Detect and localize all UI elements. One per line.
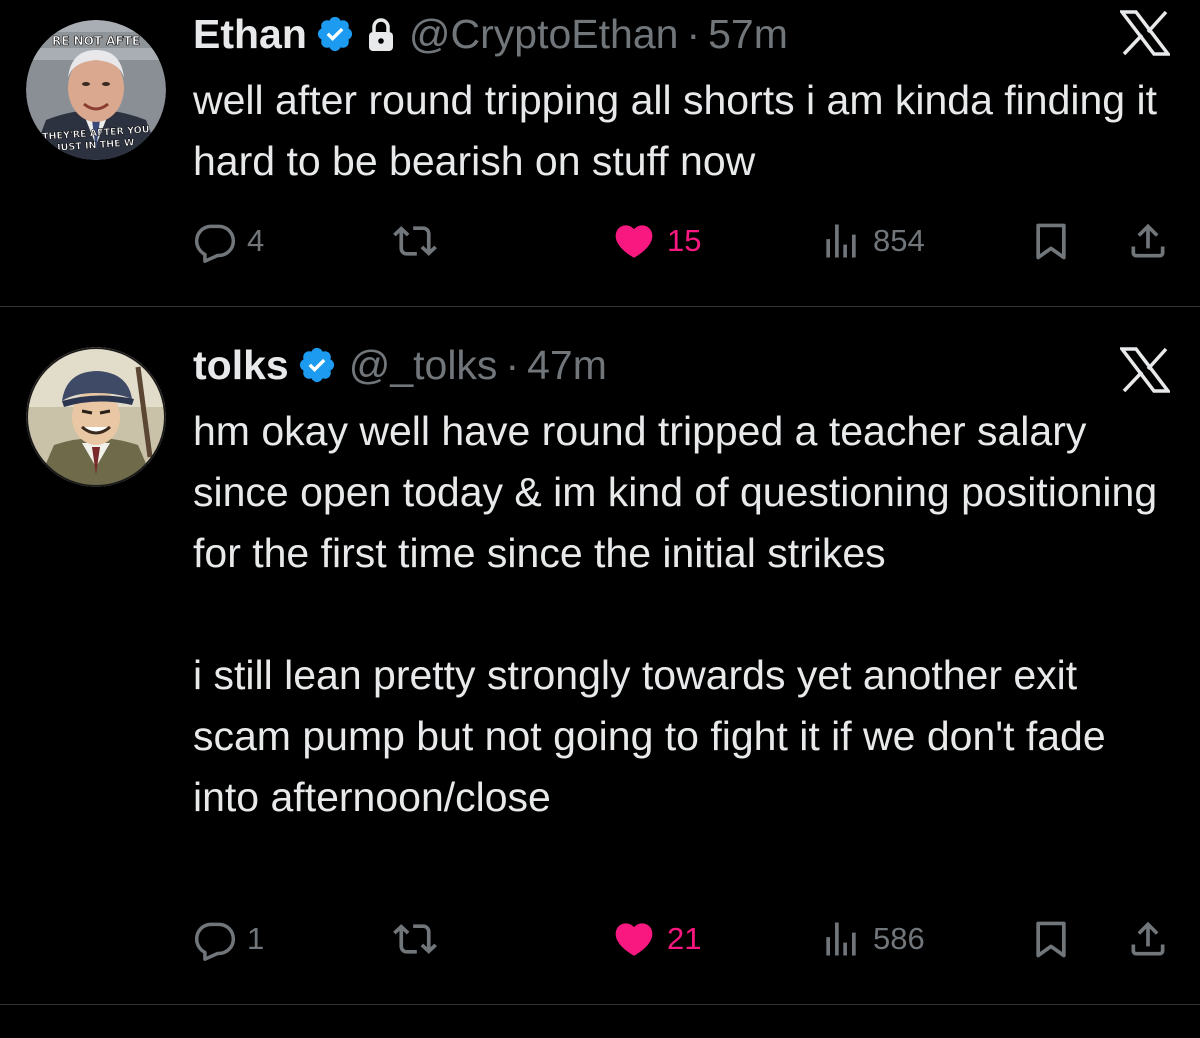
retweet-button[interactable]: [393, 216, 447, 266]
tweet-text: hm okay well have round tripped a teache…: [193, 401, 1183, 828]
tweet-paragraph: well after round tripping all shorts i a…: [193, 77, 1157, 184]
separator-dot: ·: [505, 341, 520, 388]
tweet-paragraph: hm okay well have round tripped a teache…: [193, 408, 1158, 576]
like-button[interactable]: 21: [611, 914, 701, 964]
share-button[interactable]: [1126, 216, 1170, 266]
tweet-paragraph: i still lean pretty strongly towards yet…: [193, 652, 1106, 820]
verified-badge-icon: [315, 14, 355, 54]
share-icon: [1126, 219, 1170, 263]
action-bar: 4 15 854: [193, 216, 1173, 266]
separator-dot: ·: [686, 10, 701, 57]
action-bar: 1 21 586: [193, 914, 1173, 964]
tweet[interactable]: RE NOT AFTE THEY'RE AFTER YOU JUST IN TH…: [0, 0, 1200, 306]
reply-icon: [193, 917, 237, 961]
view-count: 854: [873, 223, 925, 258]
tweet-divider: [0, 1004, 1200, 1005]
share-icon: [1126, 917, 1170, 961]
avatar-image: [26, 347, 166, 487]
tweet[interactable]: tolks @_tolks · 47m hm okay well have ro…: [0, 307, 1200, 1004]
lock-icon: [365, 16, 397, 52]
analytics-icon: [819, 219, 863, 263]
avatar[interactable]: [26, 347, 166, 487]
handle[interactable]: @CryptoEthan: [409, 11, 679, 58]
verified-badge-icon: [297, 345, 337, 385]
svg-text:RE NOT AFTE: RE NOT AFTE: [52, 34, 140, 48]
timestamp[interactable]: 47m: [527, 342, 607, 389]
timestamp[interactable]: 57m: [708, 11, 788, 58]
reply-count: 4: [247, 223, 265, 258]
share-button[interactable]: [1126, 914, 1170, 964]
reply-count: 1: [247, 921, 265, 956]
heart-icon: [611, 917, 657, 961]
handle[interactable]: @_tolks: [349, 342, 498, 389]
heart-icon: [611, 219, 657, 263]
avatar-image: RE NOT AFTE THEY'RE AFTER YOU JUST IN TH…: [26, 20, 166, 160]
retweet-icon: [393, 917, 437, 961]
bookmark-button[interactable]: [1029, 216, 1073, 266]
like-count: 15: [667, 223, 702, 258]
display-name[interactable]: Ethan: [193, 11, 307, 58]
tweet-header: tolks @_tolks · 47m: [193, 337, 607, 393]
retweet-button[interactable]: [393, 914, 447, 964]
bookmark-icon: [1029, 219, 1073, 263]
like-button[interactable]: 15: [611, 216, 701, 266]
tweet-header: Ethan @CryptoEthan · 57m: [193, 6, 788, 62]
x-logo-icon: [1118, 10, 1172, 56]
views-button[interactable]: 586: [819, 914, 925, 964]
like-count: 21: [667, 921, 702, 956]
reply-button[interactable]: 4: [193, 216, 264, 266]
views-button[interactable]: 854: [819, 216, 925, 266]
bookmark-icon: [1029, 917, 1073, 961]
avatar[interactable]: RE NOT AFTE THEY'RE AFTER YOU JUST IN TH…: [26, 20, 166, 160]
x-logo-icon: [1118, 347, 1172, 393]
display-name[interactable]: tolks: [193, 342, 289, 389]
analytics-icon: [819, 917, 863, 961]
tweet-text: well after round tripping all shorts i a…: [193, 70, 1183, 192]
reply-button[interactable]: 1: [193, 914, 264, 964]
bookmark-button[interactable]: [1029, 914, 1073, 964]
view-count: 586: [873, 921, 925, 956]
retweet-icon: [393, 219, 437, 263]
reply-icon: [193, 219, 237, 263]
